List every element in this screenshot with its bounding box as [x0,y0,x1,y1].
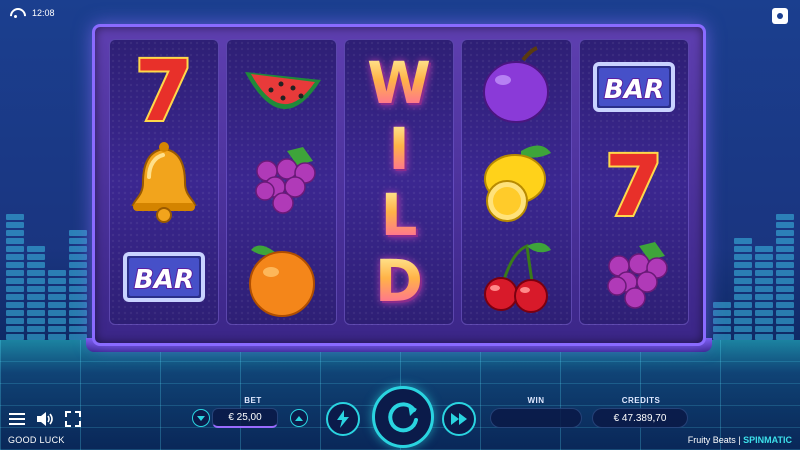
chevron-up-icon [295,415,303,421]
game-brand: Fruity Beats | SPINMATIC [688,435,792,445]
wild-symbol: W I L D [367,53,431,311]
seven-icon: 7 [119,40,209,142]
reel-2 [226,39,337,325]
bar-icon: BAR [589,42,679,132]
fast-forward-icon [451,413,467,425]
win-label: WIN [527,396,545,405]
game-name: Fruity Beats [687,435,736,445]
menu-icon [9,413,25,425]
user-icon [777,13,783,19]
seven-icon: 7 [589,135,679,237]
control-bar: GOOD LUCK BET € 25,00 WIN CREDITS € 47.3… [0,380,800,450]
watermelon-icon [237,42,327,132]
cherry-icon [471,232,561,322]
win-value [490,408,582,428]
bet-value: € 25,00 [212,408,278,428]
grapes-icon [237,137,327,227]
wild-letter: D [374,247,424,315]
bet-decrease-button[interactable] [192,409,210,427]
fullscreen-button[interactable] [64,410,82,428]
sound-button[interactable] [36,410,54,428]
reel-1: 7 BAR [109,39,220,325]
bar-icon: BAR [119,232,209,322]
chevron-down-icon [197,415,205,421]
lightning-icon [337,410,349,428]
autoplay-button[interactable] [442,402,476,436]
bar-text: BAR [604,75,664,105]
slot-machine: 7 BAR W I L D BAR 7 [92,24,706,346]
plum-icon [471,42,561,132]
status-bar: 12:08 [10,8,55,18]
reel-3-wild: W I L D [343,39,455,325]
equalizer-left [6,214,87,340]
clock: 12:08 [32,8,55,18]
orange-icon [237,232,327,322]
speaker-icon [37,412,53,426]
spin-button[interactable] [372,386,434,448]
wild-letter: W [367,49,431,117]
status-message: GOOD LUCK [8,435,65,445]
lemon-icon [471,137,561,227]
wild-letter: L [380,181,418,249]
bet-increase-button[interactable] [290,409,308,427]
turbo-button[interactable] [326,402,360,436]
equalizer-right [713,214,794,340]
reel-4 [461,39,572,325]
fullscreen-icon [65,411,81,427]
provider-name: SPINMATIC [743,435,792,445]
seven-text: 7 [605,137,663,235]
menu-button[interactable] [8,410,26,428]
profile-button[interactable] [772,8,788,24]
credits-label: CREDITS [621,396,661,405]
wifi-icon [10,8,22,18]
seven-text: 7 [135,42,193,140]
bet-label: BET [244,396,262,405]
bar-text: BAR [134,265,194,295]
spin-icon [388,402,418,433]
grapes-icon [589,232,679,322]
reel-5: BAR 7 [578,39,690,325]
wild-letter: I [388,115,410,183]
credits-value: € 47.389,70 [592,408,688,428]
bell-icon [119,137,209,227]
